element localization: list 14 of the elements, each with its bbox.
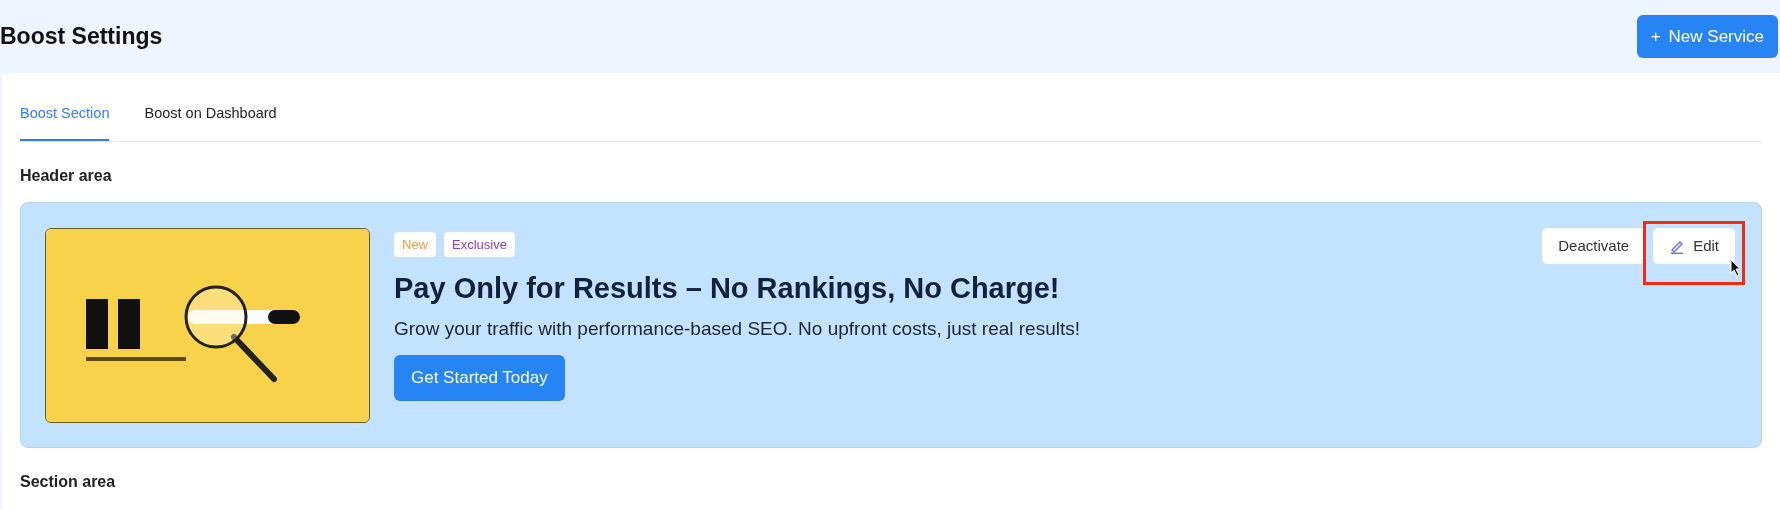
banner-subtitle: Grow your traffic with performance-based SEO. No upfront costs, just real results!: [394, 316, 1082, 341]
tab[interactable]: Boost Section: [20, 103, 110, 141]
get-started-button[interactable]: Get Started Today: [394, 355, 565, 401]
cursor-icon: [1730, 259, 1742, 278]
section-heading: Header area: [20, 165, 113, 186]
edit-button[interactable]: Edit: [1653, 227, 1735, 265]
banner-title: Pay Only for Results – No Rankings, No Charge!: [394, 271, 1061, 307]
section-heading: Section area: [20, 471, 117, 492]
deactivate-button[interactable]: Deactivate: [1542, 227, 1646, 265]
badge: Exclusive: [444, 231, 515, 258]
tab[interactable]: Boost on Dashboard: [144, 103, 277, 141]
new-service-button[interactable]: + New Service: [1636, 14, 1778, 59]
page-title: Boost Settings: [0, 22, 163, 51]
badge: New: [394, 231, 436, 258]
